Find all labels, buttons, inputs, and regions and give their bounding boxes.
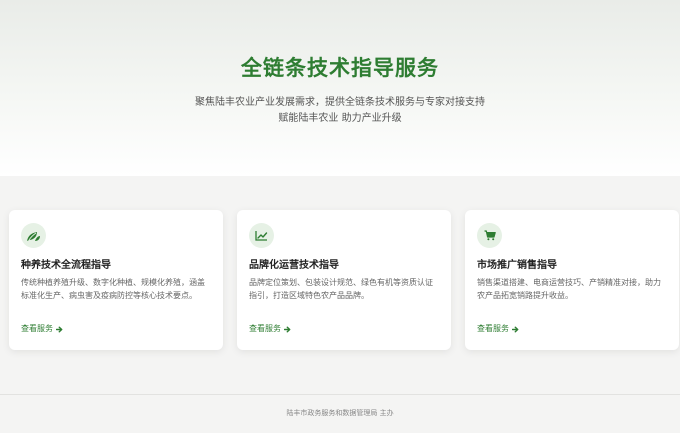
leaf-sprout-icon (21, 223, 46, 248)
hero-subtitle-line-1: 聚焦陆丰农业产业发展需求，提供全链条技术服务与专家对接支持 (195, 97, 485, 108)
card-title: 市场推广销售指导 (477, 260, 557, 271)
arrow-right-icon (284, 326, 291, 332)
hero-subtitle-line-2: 赋能陆丰农业 助力产业升级 (278, 113, 402, 124)
trend-chart-icon (249, 223, 274, 248)
footer-divider (0, 394, 680, 395)
footer: 陆丰市政务服务和数据管理局 主办 (0, 408, 680, 418)
hero-subtitle: 聚焦陆丰农业产业发展需求，提供全链条技术服务与专家对接支持 赋能陆丰农业 助力产… (0, 95, 680, 127)
footer-text: 陆丰市政务服务和数据管理局 主办 (286, 409, 394, 417)
service-card-branding: 品牌化运营技术指导 品牌定位策划、包装设计规范、绿色有机等资质认证指引，打造区域… (237, 210, 451, 350)
link-label: 查看服务 (249, 324, 281, 333)
view-service-link[interactable]: 查看服务 (21, 323, 63, 335)
card-description: 传统种植养殖升级、数字化种植、规模化养殖，涵盖标准化生产、病虫害及疫病防控等核心… (21, 278, 205, 300)
card-title: 种养技术全流程指导 (21, 260, 111, 271)
view-service-link[interactable]: 查看服务 (249, 323, 291, 335)
page-title: 全链条技术指导服务 (241, 56, 439, 80)
card-description: 销售渠道搭建、电商运营技巧、产销精准对接，助力农产品拓宽销路提升收益。 (477, 278, 661, 300)
cart-icon (477, 223, 502, 248)
view-service-link[interactable]: 查看服务 (477, 323, 519, 335)
service-card-marketing: 市场推广销售指导 销售渠道搭建、电商运营技巧、产销精准对接，助力农产品拓宽销路提… (465, 210, 679, 350)
link-label: 查看服务 (21, 324, 53, 333)
hero-section: 全链条技术指导服务 聚焦陆丰农业产业发展需求，提供全链条技术服务与专家对接支持 … (0, 0, 680, 176)
service-cards: 种养技术全流程指导 传统种植养殖升级、数字化种植、规模化养殖，涵盖标准化生产、病… (0, 176, 680, 390)
arrow-right-icon (512, 326, 519, 332)
arrow-right-icon (56, 326, 63, 332)
service-card-planting: 种养技术全流程指导 传统种植养殖升级、数字化种植、规模化养殖，涵盖标准化生产、病… (9, 210, 223, 350)
link-label: 查看服务 (477, 324, 509, 333)
card-description: 品牌定位策划、包装设计规范、绿色有机等资质认证指引，打造区域特色农产品品牌。 (249, 278, 433, 300)
card-title: 品牌化运营技术指导 (249, 260, 339, 271)
